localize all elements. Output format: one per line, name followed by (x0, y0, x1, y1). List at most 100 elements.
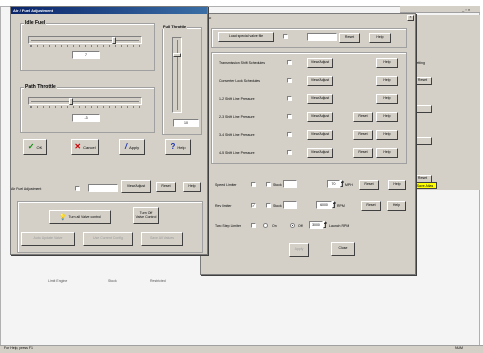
speed-spinner[interactable]: ▴▾ (340, 180, 344, 187)
speed-unit-label: MPH (345, 183, 353, 187)
row-label: 4-5 Shift Line Pressure (219, 151, 255, 155)
row-help-button[interactable]: Help (376, 112, 398, 122)
air-fuel-help-button[interactable]: Help (183, 182, 201, 192)
two-step-unit-label: Launch RPM (329, 224, 350, 228)
settings-apply-button[interactable]: Apply (289, 243, 309, 257)
path-throttle-ticks (30, 106, 140, 108)
two-step-spinner[interactable]: ▴▾ (323, 221, 327, 228)
slider-thumb[interactable] (112, 37, 116, 44)
auto-update-valve-button[interactable]: Auto Update Valve (21, 232, 75, 246)
row-checkbox[interactable] (287, 114, 292, 119)
speed-stock-field[interactable] (283, 180, 297, 188)
row-view-adjust-button[interactable]: View/Adjust (307, 94, 333, 104)
rev-spinner[interactable]: ▴▾ (332, 201, 336, 208)
apply-icon: / (124, 142, 128, 151)
settings-close-footer-button[interactable]: Close (331, 242, 355, 256)
speed-limit-field[interactable]: 70 (327, 180, 340, 188)
row-view-adjust-button[interactable]: View/Adjust (307, 58, 333, 68)
use-current-config-button[interactable]: Use Current Config (83, 232, 133, 246)
top-checkbox[interactable] (283, 34, 288, 39)
slider-track (177, 40, 178, 110)
two-step-on-radio[interactable] (263, 223, 268, 228)
air-fuel-field[interactable] (88, 184, 118, 192)
check-icon: ✓ (27, 142, 35, 151)
load-special-valve-button[interactable]: Load special valve file (218, 32, 274, 42)
turn-all-valve-button[interactable]: 💡 Turn all Valve control (49, 210, 111, 224)
rev-help-button[interactable]: Help (387, 201, 406, 211)
lightbulb-icon: 💡 (59, 214, 67, 221)
row-checkbox[interactable] (287, 132, 292, 137)
row-checkbox[interactable] (287, 60, 292, 65)
speed-stock-checkbox[interactable] (266, 182, 271, 187)
background-highlight-badge[interactable]: Save Atlas (413, 182, 437, 189)
status-text: For Help, press F1 (4, 346, 33, 350)
air-fuel-view-adjust-button[interactable]: View/Adjust (121, 180, 151, 193)
rev-stock-checkbox[interactable] (266, 203, 271, 208)
two-step-field[interactable]: 3000 (309, 221, 323, 229)
row-label: 1-2 Shift Line Pressure (219, 97, 255, 101)
path-throttle-title: Path Throttle (24, 84, 57, 90)
rev-limit-field[interactable]: 6000 (316, 201, 332, 209)
row-help-button[interactable]: Help (376, 94, 398, 104)
turn-all-label: Turn all Valve control (68, 215, 101, 219)
ok-label: OK (36, 144, 43, 150)
row-reset-button[interactable]: Reset (353, 112, 373, 122)
window-controls-icon[interactable]: _ ▫ × (462, 7, 470, 12)
air-fuel-reset-button[interactable]: Reset (156, 182, 176, 192)
full-throttle-title: Full Throttle (162, 24, 188, 29)
row-view-adjust-button[interactable]: View/Adjust (307, 148, 333, 158)
save-all-values-button[interactable]: Save All Values (141, 232, 183, 246)
cancel-button[interactable]: ✕ Cancel (71, 139, 99, 155)
row-checkbox[interactable] (287, 96, 292, 101)
row-checkbox[interactable] (287, 150, 292, 155)
top-field[interactable] (307, 33, 337, 41)
row-view-adjust-button[interactable]: View/Adjust (307, 112, 333, 122)
idle-fuel-title: Idle Fuel (24, 20, 47, 26)
path-throttle-slider[interactable] (28, 97, 142, 105)
fuel-window-title: Air / Fuel Adjustment (11, 7, 207, 14)
idle-fuel-field[interactable]: 7 (72, 51, 100, 59)
idle-fuel-ticks (30, 45, 140, 47)
idle-fuel-slider[interactable] (28, 36, 142, 44)
speed-help-button[interactable]: Help (388, 180, 406, 190)
rev-limiter-checkbox[interactable]: ✓ (251, 203, 256, 208)
row-help-button[interactable]: Help (376, 76, 398, 86)
rev-reset-button[interactable]: Reset (361, 201, 381, 211)
settings-close-button[interactable]: × (407, 15, 414, 21)
speed-limiter-label: Speed Limiter (215, 183, 237, 187)
row-view-adjust-button[interactable]: View/Adjust (307, 76, 333, 86)
top-help-button[interactable]: Help (369, 33, 391, 43)
row-label: Converter Lock Schedules (219, 79, 261, 83)
full-throttle-field[interactable]: 10 (173, 119, 199, 127)
two-step-checkbox[interactable] (251, 223, 256, 228)
row-reset-button[interactable]: Reset (353, 130, 373, 140)
speed-reset-button[interactable]: Reset (359, 180, 379, 190)
full-throttle-slider[interactable] (172, 37, 182, 113)
rev-stock-field[interactable] (283, 201, 297, 209)
row-reset-button[interactable]: Reset (353, 148, 373, 158)
air-fuel-label: Air Fuel Adjustment (11, 187, 42, 191)
row-view-adjust-button[interactable]: View/Adjust (307, 130, 333, 140)
background-right-panel (405, 15, 480, 190)
rev-stock-label: Stock (273, 204, 282, 208)
ok-button[interactable]: ✓ OK (23, 139, 47, 155)
row-help-button[interactable]: Help (376, 130, 398, 140)
slider-thumb[interactable] (173, 53, 181, 57)
background-lower-label-3: Restricted (150, 279, 166, 283)
turn-off-valve-button[interactable]: Turn Off Valve Control (133, 207, 159, 224)
x-icon: ✕ (74, 142, 82, 151)
row-help-button[interactable]: Help (376, 148, 398, 158)
row-help-button[interactable]: Help (376, 58, 398, 68)
top-reset-button[interactable]: Reset (339, 33, 360, 43)
row-label: 2-3 Shift Line Pressure (219, 115, 255, 119)
help-button[interactable]: ? Help (165, 139, 191, 155)
row-checkbox[interactable] (287, 78, 292, 83)
two-step-on-label: On (272, 224, 277, 228)
slider-track (31, 101, 139, 102)
path-throttle-field[interactable]: -3 (72, 114, 100, 122)
apply-button[interactable]: / Apply (119, 139, 145, 155)
slider-thumb[interactable] (69, 98, 73, 105)
air-fuel-checkbox[interactable] (75, 186, 80, 191)
speed-limiter-checkbox[interactable] (251, 182, 256, 187)
two-step-off-radio[interactable] (290, 223, 295, 228)
